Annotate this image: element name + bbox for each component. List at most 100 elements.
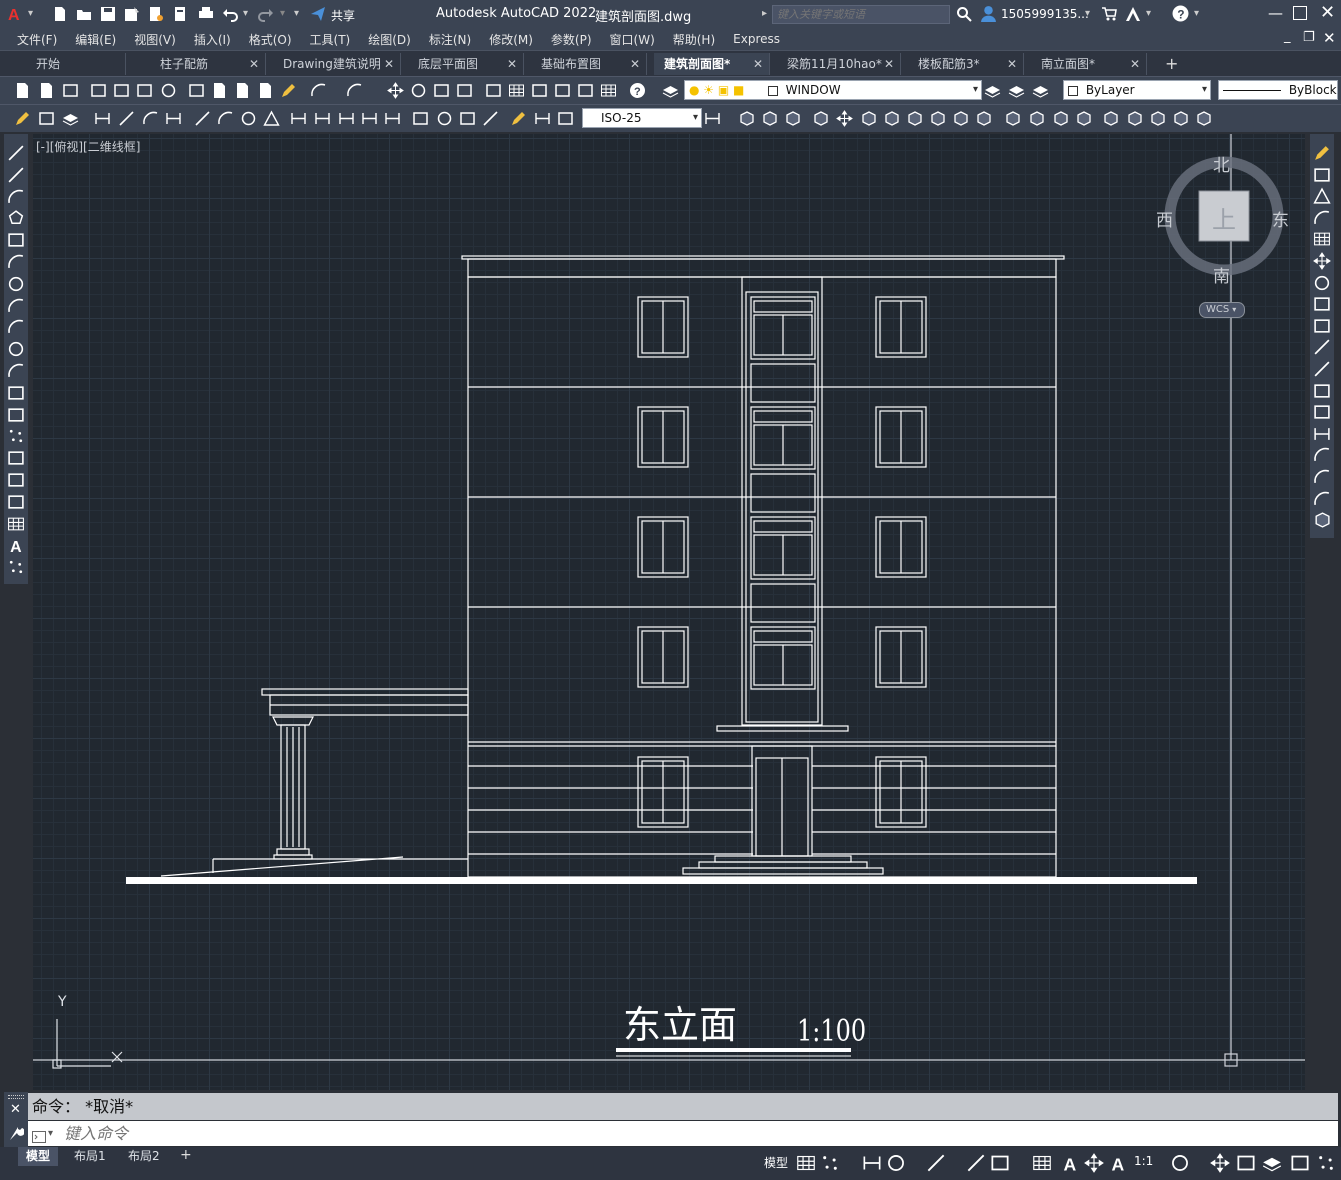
isolate-objects-icon[interactable] [1236, 1153, 1256, 1173]
polygon-icon[interactable] [7, 209, 25, 227]
menu-file[interactable]: 文件(F) [8, 31, 66, 48]
app-dropdown-icon[interactable]: ▾ [1146, 8, 1151, 19]
erase-icon[interactable] [1313, 144, 1331, 162]
dimension-update-icon[interactable] [557, 110, 574, 127]
copy-icon[interactable] [211, 82, 228, 99]
new-file-icon[interactable] [52, 6, 68, 22]
annotation-scale-label[interactable]: 1:1 [1134, 1154, 1153, 1168]
zoom-previous-icon[interactable] [456, 82, 473, 99]
break-icon[interactable] [1313, 403, 1331, 421]
add-selected-icon[interactable] [7, 558, 25, 576]
tab-building-section[interactable]: 建筑剖面图* ✕ [654, 53, 770, 75]
lineweight-icon[interactable] [1032, 1153, 1052, 1173]
zoom-realtime-icon[interactable] [410, 82, 427, 99]
doc-minimize-icon[interactable]: _ [1284, 29, 1291, 44]
inspect-icon[interactable] [459, 110, 476, 127]
baseline-dimension-icon[interactable] [314, 110, 331, 127]
cart-icon[interactable] [1101, 6, 1117, 22]
dimension-style-icon[interactable] [704, 110, 721, 127]
viewcube-top-face[interactable]: 上 [1212, 200, 1236, 235]
make-block-icon[interactable] [7, 406, 25, 424]
isometric-drafting-icon[interactable] [926, 1153, 946, 1173]
extrude-icon[interactable] [812, 110, 829, 127]
paste-icon[interactable] [234, 82, 251, 99]
tab-close-icon[interactable]: ✕ [753, 53, 763, 75]
wedge-icon[interactable] [1028, 110, 1045, 127]
add-layout-icon[interactable]: + [180, 1147, 192, 1163]
jogged-linear-icon[interactable] [482, 110, 499, 127]
arc-tool-icon[interactable] [7, 253, 25, 271]
box-solid-icon[interactable] [929, 110, 946, 127]
diameter-dimension-icon[interactable] [240, 110, 257, 127]
tab-drawing-notes[interactable]: Drawing建筑说明 ✕ [273, 53, 401, 75]
loft-icon[interactable] [906, 110, 923, 127]
rectangle-icon[interactable] [7, 231, 25, 249]
fillet-icon[interactable] [1313, 468, 1331, 486]
autodesk-app-icon[interactable] [1125, 6, 1141, 22]
menu-dimension[interactable]: 标注(N) [420, 31, 480, 48]
search-expand-icon[interactable]: ▸ [762, 8, 767, 19]
minimize-icon[interactable]: — [1268, 4, 1283, 22]
construction-line-icon[interactable] [7, 166, 25, 184]
customize-qat-icon[interactable]: ▾ [294, 8, 299, 19]
undo-icon[interactable] [310, 82, 327, 99]
center-mark-icon[interactable] [436, 110, 453, 127]
doc-close-icon[interactable]: ✕ [1323, 29, 1336, 47]
cut-icon[interactable] [188, 82, 205, 99]
quick-dimension-icon[interactable] [290, 110, 307, 127]
menu-format[interactable]: 格式(O) [240, 31, 301, 48]
color-combo[interactable]: ByLayer ▾ [1063, 80, 1211, 100]
offset-icon[interactable] [1313, 209, 1331, 227]
menu-edit[interactable]: 编辑(E) [66, 31, 125, 48]
redo-icon[interactable] [258, 6, 274, 22]
spline-icon[interactable] [7, 318, 25, 336]
cone-icon[interactable] [975, 110, 992, 127]
chamfer-icon[interactable] [1313, 446, 1331, 464]
sheet-set-icon[interactable] [554, 82, 571, 99]
clean-screen-icon[interactable] [1290, 1153, 1310, 1173]
render-icon[interactable] [160, 82, 177, 99]
viewcube-west[interactable]: 西 [1156, 206, 1173, 231]
edit-icon[interactable] [14, 110, 31, 127]
layer-previous-icon[interactable] [1008, 82, 1025, 99]
sphere-icon[interactable] [1004, 110, 1021, 127]
revolve-icon[interactable] [860, 110, 877, 127]
slice-icon[interactable] [1126, 110, 1143, 127]
scale-icon[interactable] [1313, 295, 1331, 313]
block-editor-icon[interactable] [280, 82, 297, 99]
intersect-icon[interactable] [784, 110, 801, 127]
linear-dimension-icon[interactable] [94, 110, 111, 127]
search-input[interactable] [772, 5, 950, 24]
region-icon[interactable] [7, 493, 25, 511]
radius-dimension-icon[interactable] [194, 110, 211, 127]
linetype-combo[interactable]: ByBlock [1218, 80, 1338, 100]
redo-icon[interactable] [346, 82, 363, 99]
array-icon[interactable] [1313, 230, 1331, 248]
ellipse-arc-icon[interactable] [7, 362, 25, 380]
gradient-icon[interactable] [7, 471, 25, 489]
save-as-icon[interactable] [124, 6, 140, 22]
move-tool-icon[interactable] [1313, 252, 1331, 270]
share-icon[interactable] [310, 6, 326, 22]
tab-close-icon[interactable]: ✕ [249, 53, 259, 75]
layer-states-icon[interactable] [1032, 82, 1049, 99]
revision-cloud-icon[interactable] [7, 297, 25, 315]
object-snap-icon[interactable] [990, 1153, 1010, 1173]
blend-curves-icon[interactable] [1313, 490, 1331, 508]
ordinate-dimension-icon[interactable] [165, 110, 182, 127]
tab-beam-rebar[interactable]: 梁筋11月10hao* ✕ [777, 53, 901, 75]
polysolid-icon[interactable] [1102, 110, 1119, 127]
sweep-icon[interactable] [883, 110, 900, 127]
tab-ground-floor-plan[interactable]: 底层平面图 ✕ [408, 53, 524, 75]
tab-close-icon[interactable]: ✕ [1007, 53, 1017, 75]
export-icon[interactable] [172, 6, 188, 22]
command-prompt-dropdown-icon[interactable]: ▾ [48, 1121, 53, 1146]
user-dropdown-icon[interactable]: ▾ [1085, 8, 1090, 19]
command-input-bar[interactable]: ▾ [28, 1121, 1338, 1146]
wcs-menu[interactable]: WCS ▾ [1199, 302, 1245, 318]
menu-tools[interactable]: 工具(T) [301, 31, 360, 48]
search-icon[interactable] [956, 6, 972, 22]
calculator-icon[interactable] [600, 82, 617, 99]
tool-palettes-icon[interactable] [531, 82, 548, 99]
menu-draw[interactable]: 绘图(D) [359, 31, 420, 48]
